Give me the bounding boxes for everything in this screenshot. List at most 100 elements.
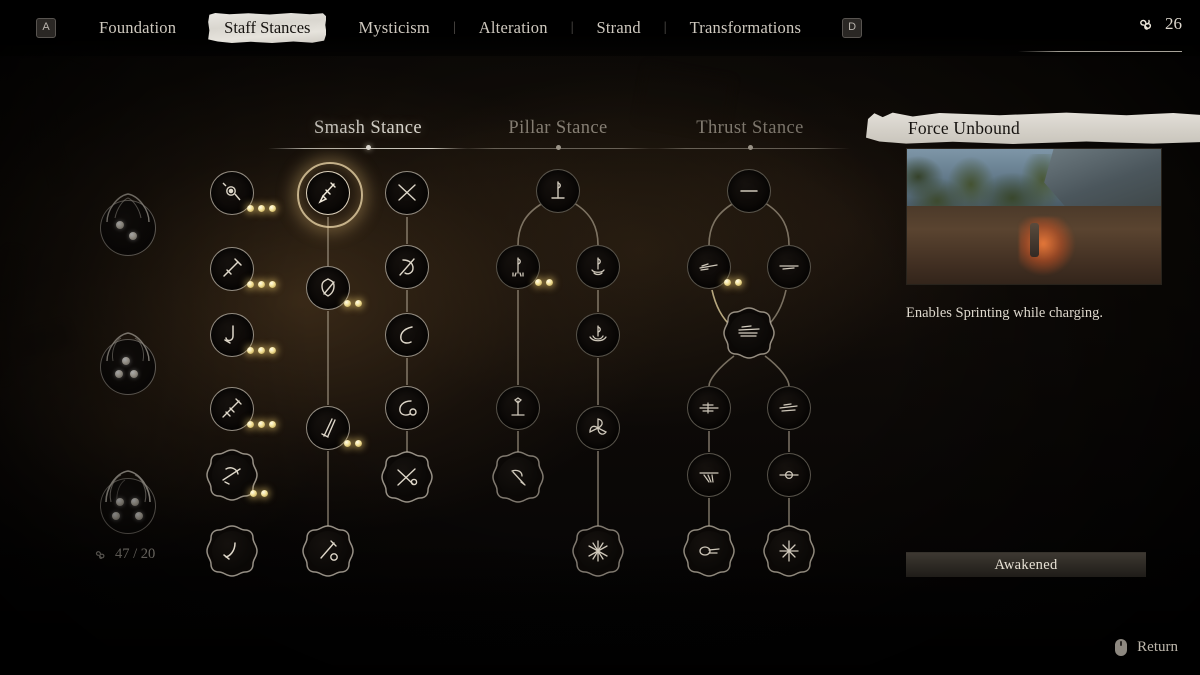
node-cost-dots bbox=[247, 281, 276, 288]
skill-node-pillar-spark[interactable] bbox=[496, 386, 540, 430]
rule-dot bbox=[365, 145, 371, 150]
tab-separator: | bbox=[452, 20, 456, 35]
cross-strike-icon bbox=[385, 171, 429, 215]
cross-blade-icon bbox=[380, 450, 434, 504]
key-hint-left: A bbox=[36, 18, 56, 38]
line-icon bbox=[727, 169, 771, 213]
pillar-wave-icon bbox=[576, 313, 620, 357]
skill-node-dash-thrust[interactable] bbox=[767, 386, 811, 430]
skill-node-burst-star[interactable] bbox=[571, 524, 625, 578]
skill-node-pierce[interactable] bbox=[682, 524, 736, 578]
node-cost-dots bbox=[250, 490, 268, 497]
skill-node-fan-thrust[interactable] bbox=[687, 453, 731, 497]
column-title: Pillar Stance bbox=[508, 118, 608, 138]
skill-node-pillar-ground[interactable] bbox=[496, 245, 540, 289]
tab-label: Staff Stances bbox=[224, 18, 311, 37]
tier-medallion-list: 47 / 20 bbox=[95, 193, 166, 613]
skill-node-pillar-sweep[interactable] bbox=[491, 450, 545, 504]
skill-node-thrust-root[interactable] bbox=[727, 169, 771, 213]
column-title: Thrust Stance bbox=[696, 118, 804, 138]
tab-transformations[interactable]: Transformations bbox=[669, 11, 822, 45]
node-cost-dots bbox=[247, 347, 276, 354]
tab-active-chip: Staff Stances bbox=[208, 13, 327, 43]
tier-pip bbox=[135, 512, 143, 520]
skill-state-badge: Awakened bbox=[906, 552, 1146, 577]
tab-alteration[interactable]: Alteration bbox=[458, 11, 569, 45]
burst-star-icon bbox=[571, 524, 625, 578]
tab-foundation[interactable]: Foundation bbox=[78, 11, 197, 45]
skill-node-cross-strike[interactable] bbox=[385, 171, 429, 215]
tab-strand[interactable]: Strand bbox=[576, 11, 662, 45]
tab-label: Strand bbox=[596, 18, 641, 37]
skill-node-triple-thrust[interactable] bbox=[722, 306, 776, 360]
orbit-icon bbox=[385, 386, 429, 430]
node-cost-dots bbox=[344, 300, 362, 307]
skill-node-force-unbound[interactable] bbox=[306, 171, 350, 215]
tier-pip bbox=[122, 357, 130, 365]
no-circle-icon bbox=[385, 245, 429, 289]
pillar-spark-icon bbox=[496, 386, 540, 430]
skill-node-pillar-wave[interactable] bbox=[576, 313, 620, 357]
pierce-icon bbox=[682, 524, 736, 578]
tier-2-medallion[interactable] bbox=[96, 332, 160, 399]
skill-node-pillar-ripple[interactable] bbox=[576, 245, 620, 289]
skill-node-orbit[interactable] bbox=[385, 386, 429, 430]
tier-pip bbox=[112, 512, 120, 520]
tier-cost-readout: 47 / 20 bbox=[92, 546, 155, 563]
tier-pip bbox=[131, 498, 139, 506]
preview-ember-fx bbox=[1018, 216, 1077, 275]
star-pierce-icon bbox=[762, 524, 816, 578]
pillar-sweep-icon bbox=[491, 450, 545, 504]
skill-description: Enables Sprinting while charging. bbox=[906, 305, 1104, 321]
panel-header: Force Unbound bbox=[866, 112, 1200, 144]
node-cost-dots bbox=[535, 279, 553, 286]
crescent-icon bbox=[385, 313, 429, 357]
column-rule bbox=[650, 145, 850, 153]
column-header-pillar[interactable]: Pillar Stance bbox=[458, 118, 658, 153]
skill-node-pillar-root[interactable] bbox=[536, 169, 580, 213]
skill-node-pinwheel[interactable] bbox=[576, 406, 620, 450]
skill-node-staff-charge[interactable] bbox=[301, 524, 355, 578]
tier-3-medallion[interactable]: 47 / 20 bbox=[95, 470, 160, 562]
pillar-icon bbox=[536, 169, 580, 213]
return-prompt[interactable]: Return bbox=[1114, 638, 1178, 657]
tab-label: Alteration bbox=[478, 18, 548, 37]
column-header-smash[interactable]: Smash Stance bbox=[268, 118, 468, 153]
skill-node-arc-swing[interactable] bbox=[205, 524, 259, 578]
pillar-ripple-icon bbox=[576, 245, 620, 289]
tier-1-medallion[interactable] bbox=[96, 193, 160, 260]
tab-staff-stances[interactable]: Staff Stances bbox=[197, 11, 337, 45]
crown-decoration-icon bbox=[105, 470, 151, 503]
skill-node-spear-right[interactable] bbox=[767, 245, 811, 289]
currency-display: 26 bbox=[1018, 13, 1182, 52]
tab-mysticism[interactable]: Mysticism bbox=[337, 11, 450, 45]
skill-node-cross-blade[interactable] bbox=[380, 450, 434, 504]
node-cost-dots bbox=[724, 279, 742, 286]
thrust-combo-icon bbox=[687, 386, 731, 430]
tab-label: Transformations bbox=[689, 18, 802, 37]
column-rule bbox=[268, 145, 468, 153]
top-tab-bar: A Foundation Staff Stances Mysticism | A… bbox=[0, 0, 1200, 56]
category-tabs: Foundation Staff Stances Mysticism | Alt… bbox=[78, 11, 863, 45]
tier-pip bbox=[130, 370, 138, 378]
tab-separator: | bbox=[663, 20, 667, 35]
skill-node-no-circle[interactable] bbox=[385, 245, 429, 289]
skill-detail-panel: Force Unbound Enables Sprinting while ch… bbox=[866, 112, 1200, 577]
tab-label: Foundation bbox=[99, 18, 177, 37]
rule-dot bbox=[555, 145, 561, 150]
skill-node-star-pierce[interactable] bbox=[762, 524, 816, 578]
currency-rule bbox=[1018, 51, 1182, 52]
column-header-thrust[interactable]: Thrust Stance bbox=[650, 118, 850, 153]
mouse-icon bbox=[1115, 639, 1128, 656]
rule-dot bbox=[747, 145, 753, 150]
skill-node-target-thrust[interactable] bbox=[767, 453, 811, 497]
column-rule bbox=[458, 145, 658, 153]
crown-decoration-icon bbox=[106, 193, 150, 223]
node-cost-dots bbox=[344, 440, 362, 447]
skill-node-crescent[interactable] bbox=[385, 313, 429, 357]
skill-node-thrust-combo[interactable] bbox=[687, 386, 731, 430]
skill-tree-screen: A Foundation Staff Stances Mysticism | A… bbox=[0, 0, 1200, 675]
node-cost-dots bbox=[247, 205, 276, 212]
column-title: Smash Stance bbox=[313, 118, 423, 138]
node-cost-dots bbox=[247, 421, 276, 428]
